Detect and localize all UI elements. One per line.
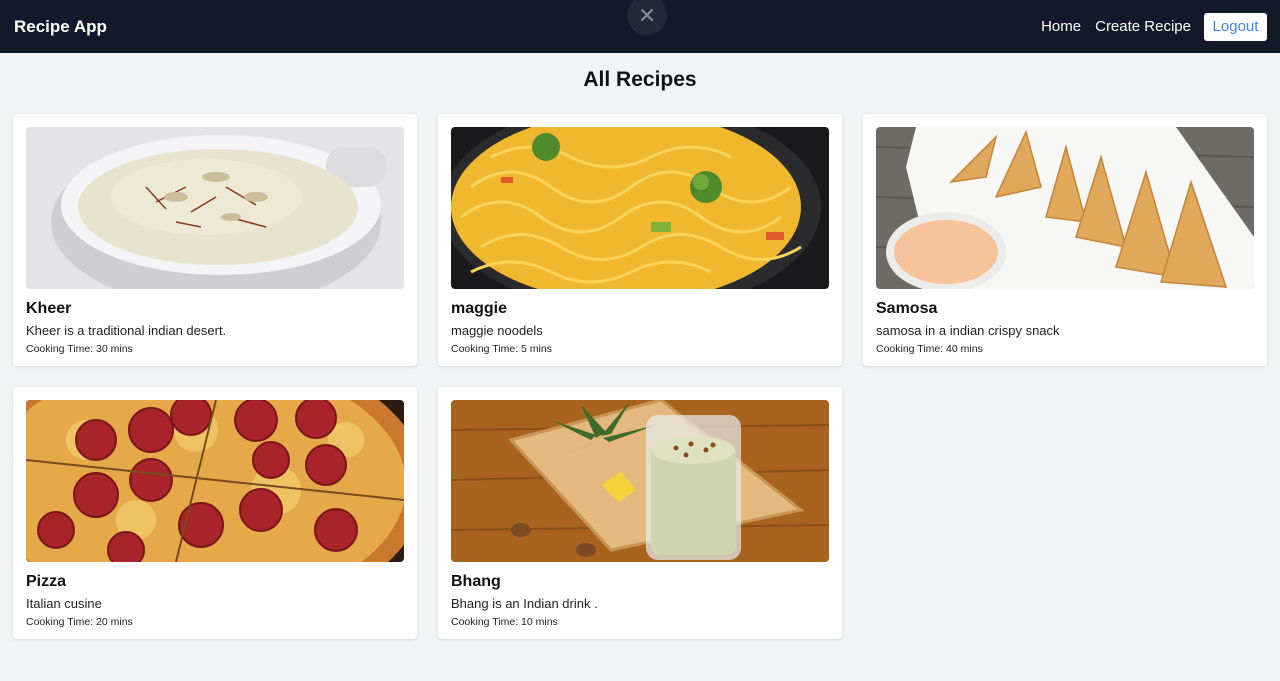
nav-create-recipe-link[interactable]: Create Recipe bbox=[1095, 18, 1191, 35]
recipe-cooking-time: Cooking Time: 40 mins bbox=[876, 343, 983, 355]
nav-links: Home Create Recipe Logout bbox=[1027, 12, 1267, 41]
recipe-cooking-time: Cooking Time: 30 mins bbox=[26, 343, 133, 355]
recipe-card[interactable]: maggie maggie noodels Cooking Time: 5 mi… bbox=[438, 114, 842, 366]
samosa-image bbox=[876, 127, 1254, 289]
recipe-title: Pizza bbox=[26, 573, 67, 590]
recipe-cooking-time: Cooking Time: 5 mins bbox=[451, 343, 552, 355]
bhang-image bbox=[451, 400, 829, 562]
kheer-image bbox=[26, 127, 404, 289]
brand-title[interactable]: Recipe App bbox=[14, 17, 107, 37]
recipe-description: Kheer is a traditional indian desert. bbox=[26, 323, 227, 338]
recipe-card[interactable]: Pizza Italian cusine Cooking Time: 20 mi… bbox=[13, 387, 417, 639]
recipe-cooking-time: Cooking Time: 20 mins bbox=[26, 616, 133, 628]
recipe-card[interactable]: Kheer Kheer is a traditional indian dese… bbox=[13, 114, 417, 366]
recipe-title: maggie bbox=[451, 300, 508, 317]
recipe-title: Samosa bbox=[876, 300, 938, 317]
recipe-title: Kheer bbox=[26, 300, 72, 317]
recipe-description: Bhang is an Indian drink . bbox=[451, 596, 598, 611]
pizza-image bbox=[26, 400, 404, 562]
recipe-description: samosa in a indian crispy snack bbox=[876, 323, 1060, 338]
nav-home-link[interactable]: Home bbox=[1041, 18, 1081, 35]
page-title: All Recipes bbox=[583, 68, 697, 91]
recipe-card[interactable]: Bhang Bhang is an Indian drink . Cooking… bbox=[438, 387, 842, 639]
logout-button[interactable]: Logout bbox=[1204, 12, 1267, 41]
maggie-image bbox=[451, 127, 829, 289]
recipe-description: Italian cusine bbox=[26, 596, 102, 611]
recipe-card[interactable]: Samosa samosa in a indian crispy snack C… bbox=[863, 114, 1267, 366]
recipe-description: maggie noodels bbox=[451, 323, 543, 338]
recipe-title: Bhang bbox=[451, 573, 501, 590]
recipe-cooking-time: Cooking Time: 10 mins bbox=[451, 616, 558, 628]
close-icon bbox=[641, 9, 653, 21]
